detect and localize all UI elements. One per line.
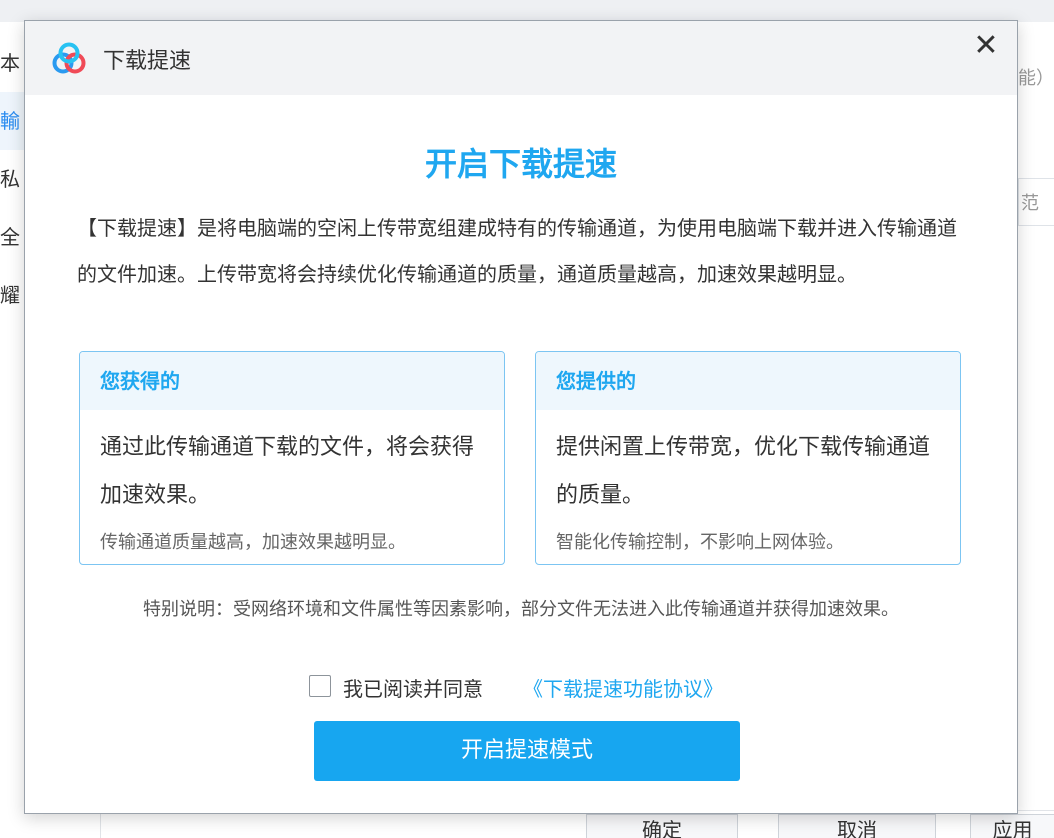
background-footer-vertical-divider	[100, 810, 101, 838]
benefit-card-title: 您获得的	[80, 352, 504, 410]
background-confirm-button[interactable]: 确定	[586, 814, 738, 838]
nav-item-5[interactable]: 耀	[0, 266, 24, 324]
background-settings-nav: 本 輸 私 全 耀	[0, 22, 24, 838]
benefit-card: 您获得的 通过此传输通道下载的文件，将会获得加速效果。 传输通道质量越高，加速效…	[79, 351, 505, 565]
background-cancel-button[interactable]: 取消	[778, 814, 936, 838]
main-heading: 开启下载提速	[424, 145, 617, 183]
background-title-bar	[0, 0, 1054, 22]
agreement-link[interactable]: 《下载提速功能协议》	[523, 673, 723, 702]
close-icon[interactable]: ✕	[969, 29, 1003, 63]
dialog-title: 下载提速	[103, 49, 192, 74]
contribution-card-note: 智能化传输控制，不影响上网体验。	[556, 532, 844, 553]
nav-item-3[interactable]: 私	[0, 150, 24, 208]
intro-paragraph: 【下载提速】是将电脑端的空闲上传带宽组建成特有的传输通道，为使用电脑端下载并进入…	[77, 216, 957, 286]
nav-item-2-active[interactable]: 輸	[0, 92, 24, 150]
background-right-text: 能）	[1018, 68, 1054, 89]
enable-boost-button[interactable]: 开启提速模式	[314, 721, 740, 781]
baidu-netdisk-cloud-icon	[51, 41, 87, 77]
background-apply-button[interactable]: 应用	[970, 814, 1054, 838]
benefit-card-body: 通过此传输通道下载的文件，将会获得加速效果。	[100, 435, 475, 508]
nav-item-4[interactable]: 全	[0, 208, 24, 266]
agreement-checkbox[interactable]	[309, 675, 331, 697]
dialog-header: 下载提速 ✕	[25, 21, 1017, 95]
contribution-card: 您提供的 提供闲置上传带宽，优化下载传输通道的质量。 智能化传输控制，不影响上网…	[535, 351, 961, 565]
background-right-field[interactable]: 范	[1018, 178, 1054, 226]
background-right-field-text: 范	[1021, 193, 1039, 214]
benefit-card-note: 传输通道质量越高，加速效果越明显。	[100, 532, 406, 553]
download-boost-dialog: 下载提速 ✕ 开启下载提速 【下载提速】是将电脑端的空闲上传带宽组建成特有的传输…	[24, 20, 1018, 814]
contribution-card-title: 您提供的	[536, 352, 960, 410]
agreement-label[interactable]: 我已阅读并同意	[343, 673, 483, 702]
nav-item-1[interactable]: 本	[0, 34, 24, 92]
contribution-card-body: 提供闲置上传带宽，优化下载传输通道的质量。	[556, 435, 931, 508]
special-note: 特别说明：受网络环境和文件属性等因素影响，部分文件无法进入此传输通道并获得加速效…	[143, 599, 899, 620]
